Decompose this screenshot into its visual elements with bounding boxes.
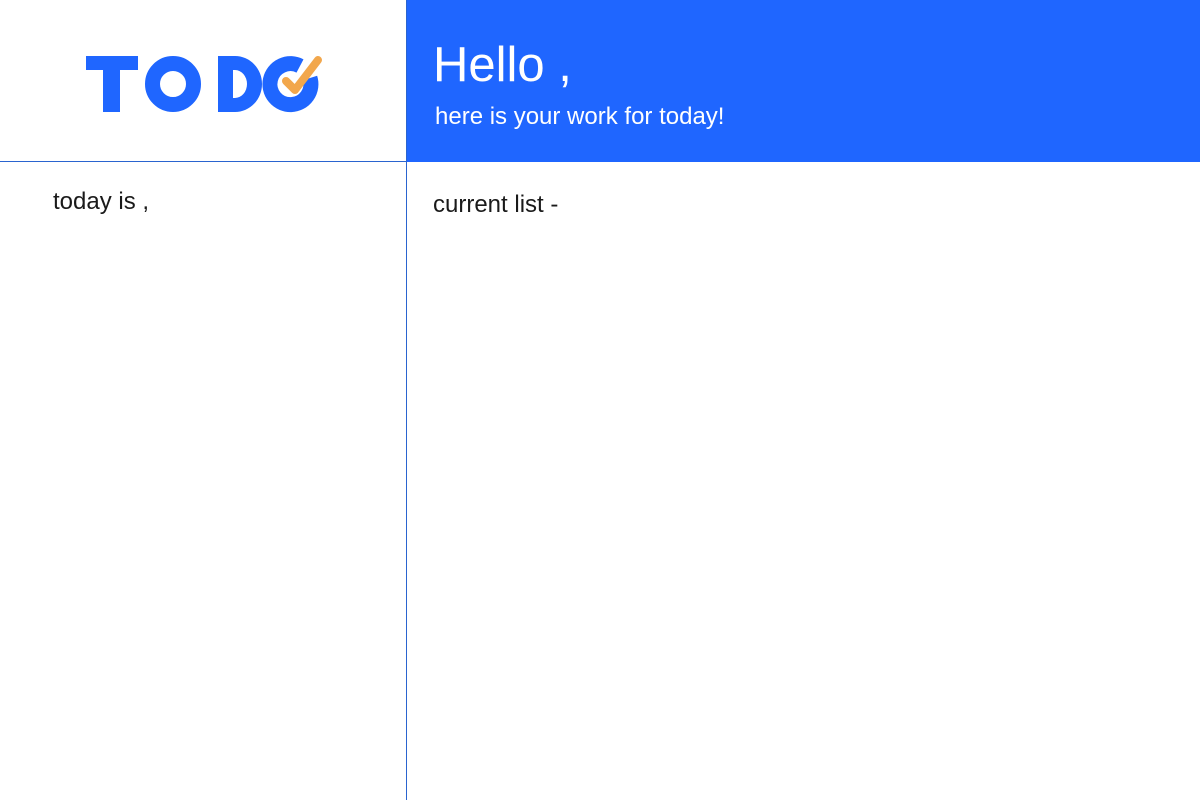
date-label: today is ,: [53, 188, 150, 215]
logo-panel: [0, 0, 406, 162]
current-list-heading: current list -: [433, 191, 559, 218]
header-banner: Hello , here is your work for today!: [407, 0, 1200, 162]
greeting-subtitle: here is your work for today!: [435, 103, 725, 130]
todo-logo: [86, 56, 322, 113]
greeting-title: Hello ,: [433, 38, 572, 92]
main-content: current list -: [407, 163, 1200, 800]
sidebar: today is ,: [0, 163, 406, 800]
